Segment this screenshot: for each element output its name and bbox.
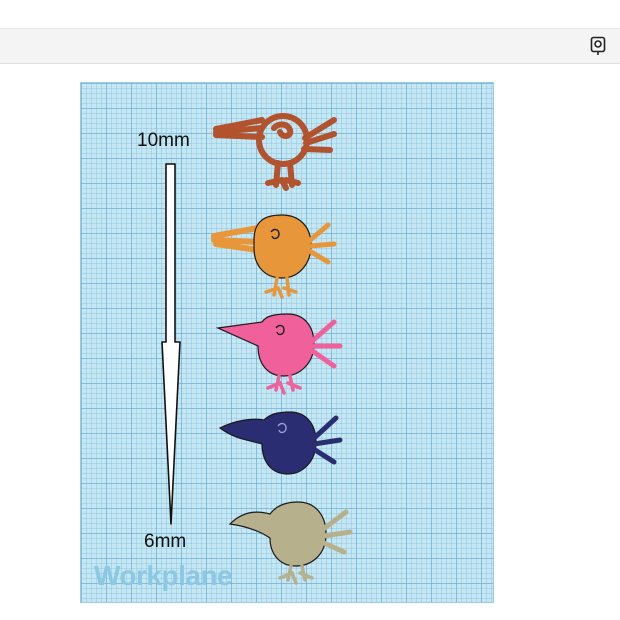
bird-navy[interactable] [218, 411, 343, 475]
measurement-needle[interactable] [161, 163, 181, 525]
bird-orange[interactable] [211, 214, 337, 299]
bird-outline-rust[interactable] [213, 113, 337, 191]
bird-pink[interactable] [215, 313, 343, 395]
bird-khaki[interactable] [228, 501, 353, 585]
scene-objects [161, 113, 353, 585]
